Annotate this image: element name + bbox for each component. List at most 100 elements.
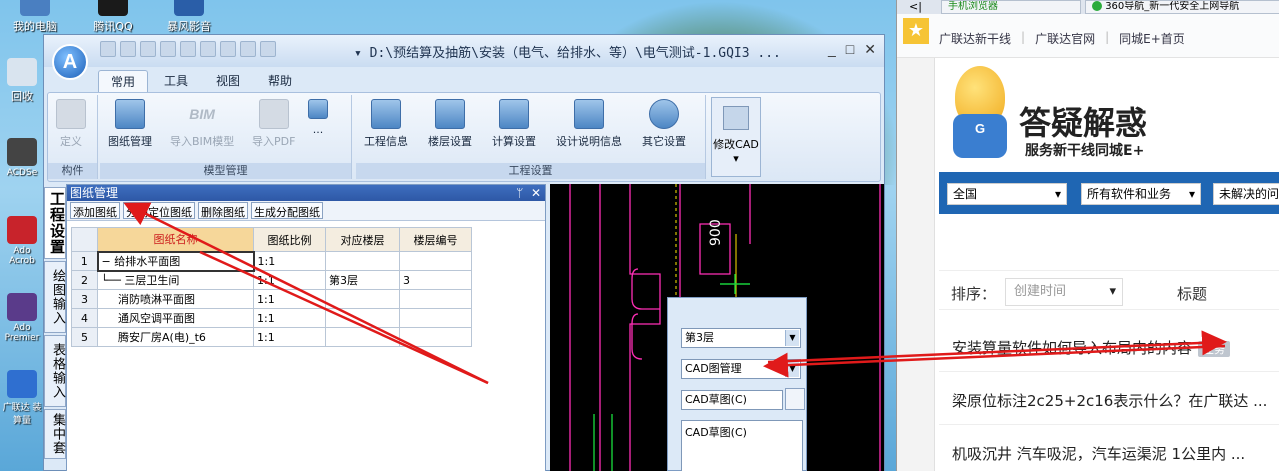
floor-cell[interactable]: [325, 251, 400, 271]
tab-table-input[interactable]: 表格输入: [44, 335, 66, 407]
floor-settings-icon: [435, 99, 465, 129]
list-item[interactable]: CAD草图(C): [685, 424, 799, 440]
drawing-management-button[interactable]: 图纸管理: [108, 99, 152, 149]
modify-cad-button[interactable]: 修改CAD ▾: [711, 97, 761, 177]
floor-cell[interactable]: 第3层: [325, 270, 400, 290]
floor-code-cell[interactable]: [399, 308, 472, 328]
undo-icon[interactable]: [200, 41, 216, 57]
tab-360-nav[interactable]: 360导航_新一代安全上网导航: [1085, 0, 1279, 14]
cad-type-select[interactable]: CAD图管理 ▼: [681, 359, 801, 379]
document-icon[interactable]: [785, 388, 805, 410]
back-button[interactable]: <|: [909, 0, 922, 13]
other-settings-button[interactable]: 其它设置: [642, 99, 686, 149]
column-header[interactable]: 图纸比例: [253, 227, 326, 252]
tab-view[interactable]: 视图: [204, 70, 252, 92]
define-button[interactable]: 定义: [56, 99, 86, 149]
tab-centralized[interactable]: 集中套: [44, 409, 66, 459]
column-header[interactable]: 对应楼层: [325, 227, 400, 252]
delete-drawing-button[interactable]: 删除图纸: [198, 202, 248, 219]
floor-code-cell[interactable]: [399, 327, 472, 347]
maximize-button[interactable]: □: [846, 41, 854, 58]
drawing-name-cell[interactable]: └── 三层卫生间: [97, 270, 254, 290]
table-row[interactable]: 1 − 给排水平面图 1:1: [71, 250, 472, 272]
drawing-name-cell[interactable]: 通风空调平面图: [97, 308, 254, 328]
link-glodon-xingan[interactable]: 广联达新干线: [939, 30, 1011, 47]
table-row[interactable]: 3 消防喷淋平面图 1:1: [71, 289, 472, 309]
desktop-icon-acrobat[interactable]: Ado Acrob: [0, 216, 44, 266]
redo-icon[interactable]: [220, 41, 236, 57]
floor-cell[interactable]: [325, 327, 400, 347]
link-tongcheng[interactable]: 同城E+首页: [1119, 30, 1185, 47]
image-icon[interactable]: [180, 41, 196, 57]
import-bim-button[interactable]: BIM 导入BIM模型: [170, 99, 234, 149]
chevron-down-icon[interactable]: ▼: [785, 330, 799, 346]
table-row[interactable]: 5 腾安厂房A(电)_t6 1:1: [71, 327, 472, 347]
floor-cell[interactable]: [325, 289, 400, 309]
import-pdf-button[interactable]: 导入PDF: [252, 99, 295, 149]
question-item[interactable]: 安装算量软件如何导入布局内的内容 业务: [952, 337, 1231, 358]
floor-code-cell[interactable]: 3: [399, 270, 472, 290]
tab-drawing-input[interactable]: 绘图输入: [44, 261, 66, 333]
design-info-button[interactable]: 设计说明信息: [556, 99, 622, 149]
column-header[interactable]: 图纸名称: [97, 227, 254, 252]
cad-list[interactable]: CAD草图(C): [681, 420, 803, 471]
project-info-button[interactable]: 工程信息: [364, 99, 408, 149]
floor-select[interactable]: 第3层 ▼: [681, 328, 801, 348]
table-row[interactable]: 4 通风空调平面图 1:1: [71, 308, 472, 328]
a-icon[interactable]: [160, 41, 176, 57]
sort-select[interactable]: 创建时间 ▾: [1005, 278, 1123, 306]
tab-common[interactable]: 常用: [98, 70, 149, 92]
star-icon[interactable]: ★: [903, 18, 929, 44]
desktop-icon-premiere[interactable]: Ado Premier: [0, 293, 44, 343]
row-number: 2: [71, 270, 98, 290]
more-button[interactable]: ...: [308, 99, 328, 136]
question-item[interactable]: 机吸沉井 汽车吸泥，汽车运渠泥 1公里内 ...: [952, 443, 1245, 464]
question-item[interactable]: 梁原位标注2c25+2c16表示什么？在广联达 ...: [952, 390, 1267, 411]
print-icon[interactable]: [240, 41, 256, 57]
generate-assign-drawing-button[interactable]: 生成分配图纸: [251, 202, 323, 219]
desktop-icon-qq[interactable]: 腾讯QQ: [78, 0, 148, 34]
software-select[interactable]: 所有软件和业务 ▾: [1081, 183, 1201, 205]
open-file-icon[interactable]: [120, 41, 136, 57]
add-drawing-button[interactable]: 添加图纸: [70, 202, 120, 219]
table-row[interactable]: 2 └── 三层卫生间 1:1 第3层 3: [71, 270, 472, 290]
scale-cell[interactable]: 1:1: [253, 289, 326, 309]
minimize-button[interactable]: _: [828, 41, 836, 58]
calc-settings-button[interactable]: 计算设置: [492, 99, 536, 149]
floor-code-cell[interactable]: [399, 251, 472, 271]
save-icon[interactable]: [140, 41, 156, 57]
floor-cell[interactable]: [325, 308, 400, 328]
desktop-icon-storm[interactable]: 暴风影音: [154, 0, 224, 34]
drawing-name-cell[interactable]: 消防喷淋平面图: [97, 289, 254, 309]
scale-cell[interactable]: 1:1: [253, 251, 326, 271]
new-file-icon[interactable]: [100, 41, 116, 57]
floor-settings-button[interactable]: 楼层设置: [428, 99, 472, 149]
status-select[interactable]: 未解决的问: [1213, 183, 1279, 205]
title-column-header[interactable]: 标题: [1177, 283, 1207, 304]
tab-tools[interactable]: 工具: [152, 70, 200, 92]
export-icon[interactable]: [260, 41, 276, 57]
scale-cell[interactable]: 1:1: [253, 270, 326, 290]
chevron-down-icon[interactable]: ▼: [785, 361, 799, 377]
tab-mobile-browser[interactable]: 手机浏览器: [941, 0, 1081, 14]
scale-cell[interactable]: 1:1: [253, 327, 326, 347]
desktop-icon-acdsee[interactable]: ACDSe: [0, 138, 44, 178]
region-select[interactable]: 全国 ▾: [947, 183, 1067, 205]
tab-project-settings[interactable]: 工程设置: [44, 187, 66, 259]
close-button[interactable]: ✕: [864, 41, 876, 58]
split-locate-drawing-button[interactable]: 分割定位图纸: [123, 202, 195, 219]
drawing-name-cell[interactable]: 腾安厂房A(电)_t6: [97, 327, 254, 347]
tab-help[interactable]: 帮助: [256, 70, 304, 92]
link-glodon-official[interactable]: 广联达官网: [1035, 30, 1095, 47]
desktop-icon-recycle[interactable]: 回收: [0, 58, 44, 104]
app-menu-orb[interactable]: A: [52, 44, 88, 80]
scale-cell[interactable]: 1:1: [253, 308, 326, 328]
panel-close-icon[interactable]: ✕: [531, 186, 541, 200]
floor-code-cell[interactable]: [399, 289, 472, 309]
desktop-icon-glodon[interactable]: 广联达 装算量: [0, 370, 44, 426]
desktop-icon-my-computer[interactable]: 我的电脑: [0, 0, 70, 34]
drawing-name-cell[interactable]: − 给排水平面图: [96, 250, 255, 272]
cad-draft-field[interactable]: CAD草图(C): [681, 390, 783, 410]
column-header[interactable]: 楼层编号: [399, 227, 472, 252]
pin-icon[interactable]: ᛘ: [516, 186, 523, 200]
